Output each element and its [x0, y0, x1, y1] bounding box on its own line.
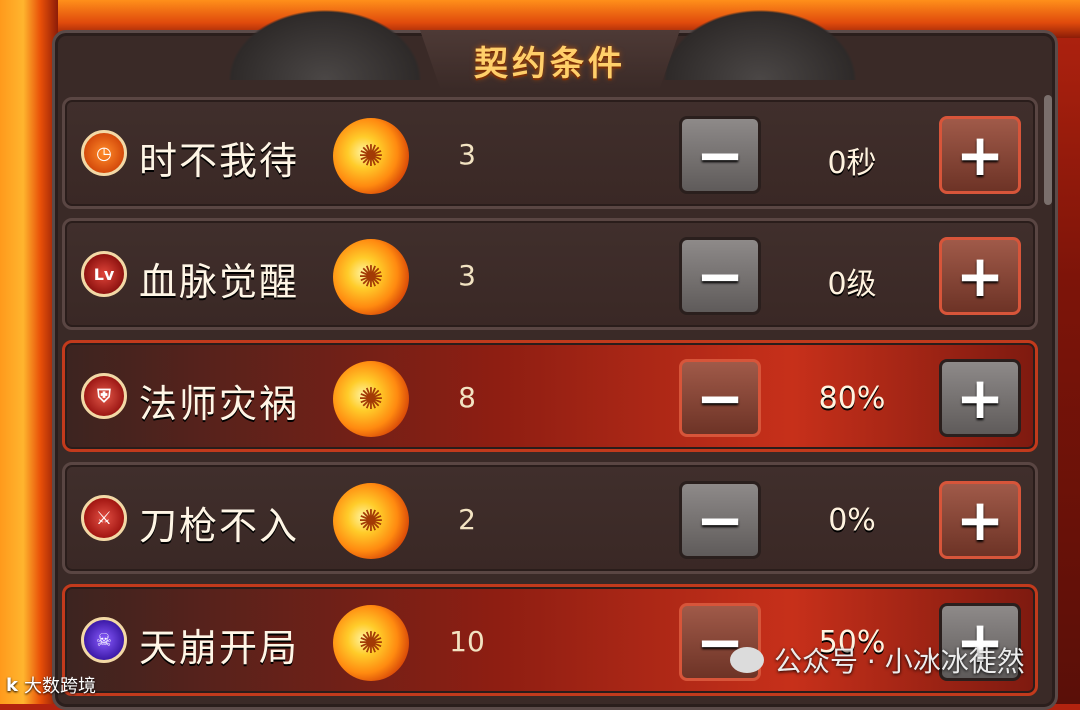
condition-points: 8	[458, 381, 476, 414]
skull-icon: ☠	[81, 617, 127, 663]
stone-ornament-right	[650, 0, 870, 80]
panel-title: 契约条件	[474, 43, 626, 84]
decrease-button[interactable]: −	[679, 481, 761, 559]
condition-row-time: ◷ 时不我待 ✺ 3 − 0秒 +	[62, 97, 1038, 209]
title-plate: 契约条件	[420, 30, 680, 90]
flame-icon: ✺	[333, 361, 409, 437]
flame-icon: ✺	[333, 605, 409, 681]
decrease-button[interactable]: −	[679, 237, 761, 315]
condition-points: 3	[458, 259, 476, 292]
level-icon: Lv	[81, 251, 127, 297]
increase-button[interactable]: +	[939, 359, 1021, 437]
clock-icon: ◷	[81, 130, 127, 176]
condition-value: 80%	[818, 381, 886, 416]
sword-shield-icon: ⚔	[81, 495, 127, 541]
condition-row-mage-bane: ⛨ 法师灾祸 ✺ 8 − 80% +	[62, 340, 1038, 452]
increase-button[interactable]: +	[939, 116, 1021, 194]
condition-name: 血脉觉醒	[139, 260, 300, 304]
increase-button[interactable]: +	[939, 237, 1021, 315]
condition-points: 3	[458, 138, 476, 171]
watermark-left-text: 大数跨境	[23, 676, 96, 697]
watermark-right-text: 公众号 · 小冰冰徒然	[774, 645, 1025, 678]
flame-icon: ✺	[333, 483, 409, 559]
wechat-icon	[730, 647, 764, 673]
decrease-button[interactable]: −	[679, 116, 761, 194]
lava-left-border	[0, 0, 58, 704]
condition-points: 10	[449, 625, 485, 658]
condition-row-bloodline: Lv 血脉觉醒 ✺ 3 − 0级 +	[62, 218, 1038, 330]
condition-value: 0秒	[827, 146, 877, 181]
condition-name: 法师灾祸	[139, 382, 300, 426]
stone-ornament-left	[215, 0, 435, 80]
condition-name: 时不我待	[139, 139, 300, 183]
scrollbar[interactable]	[1044, 95, 1052, 205]
increase-button[interactable]: +	[939, 481, 1021, 559]
condition-name: 天崩开局	[139, 626, 300, 670]
decrease-button[interactable]: −	[679, 359, 761, 437]
watermark-left: k 大数跨境	[6, 672, 96, 698]
condition-value: 0%	[828, 503, 876, 538]
flame-icon: ✺	[333, 239, 409, 315]
flame-icon: ✺	[333, 118, 409, 194]
condition-points: 2	[458, 503, 476, 536]
shield-icon: ⛨	[81, 373, 127, 419]
condition-value: 0级	[827, 267, 877, 302]
level-icon-label: Lv	[93, 264, 115, 284]
condition-row-invulnerable: ⚔ 刀枪不入 ✺ 2 − 0% +	[62, 462, 1038, 574]
watermark-logo: k	[6, 674, 18, 696]
condition-name: 刀枪不入	[139, 504, 300, 548]
watermark-right: 公众号 · 小冰冰徒然	[730, 640, 1025, 680]
